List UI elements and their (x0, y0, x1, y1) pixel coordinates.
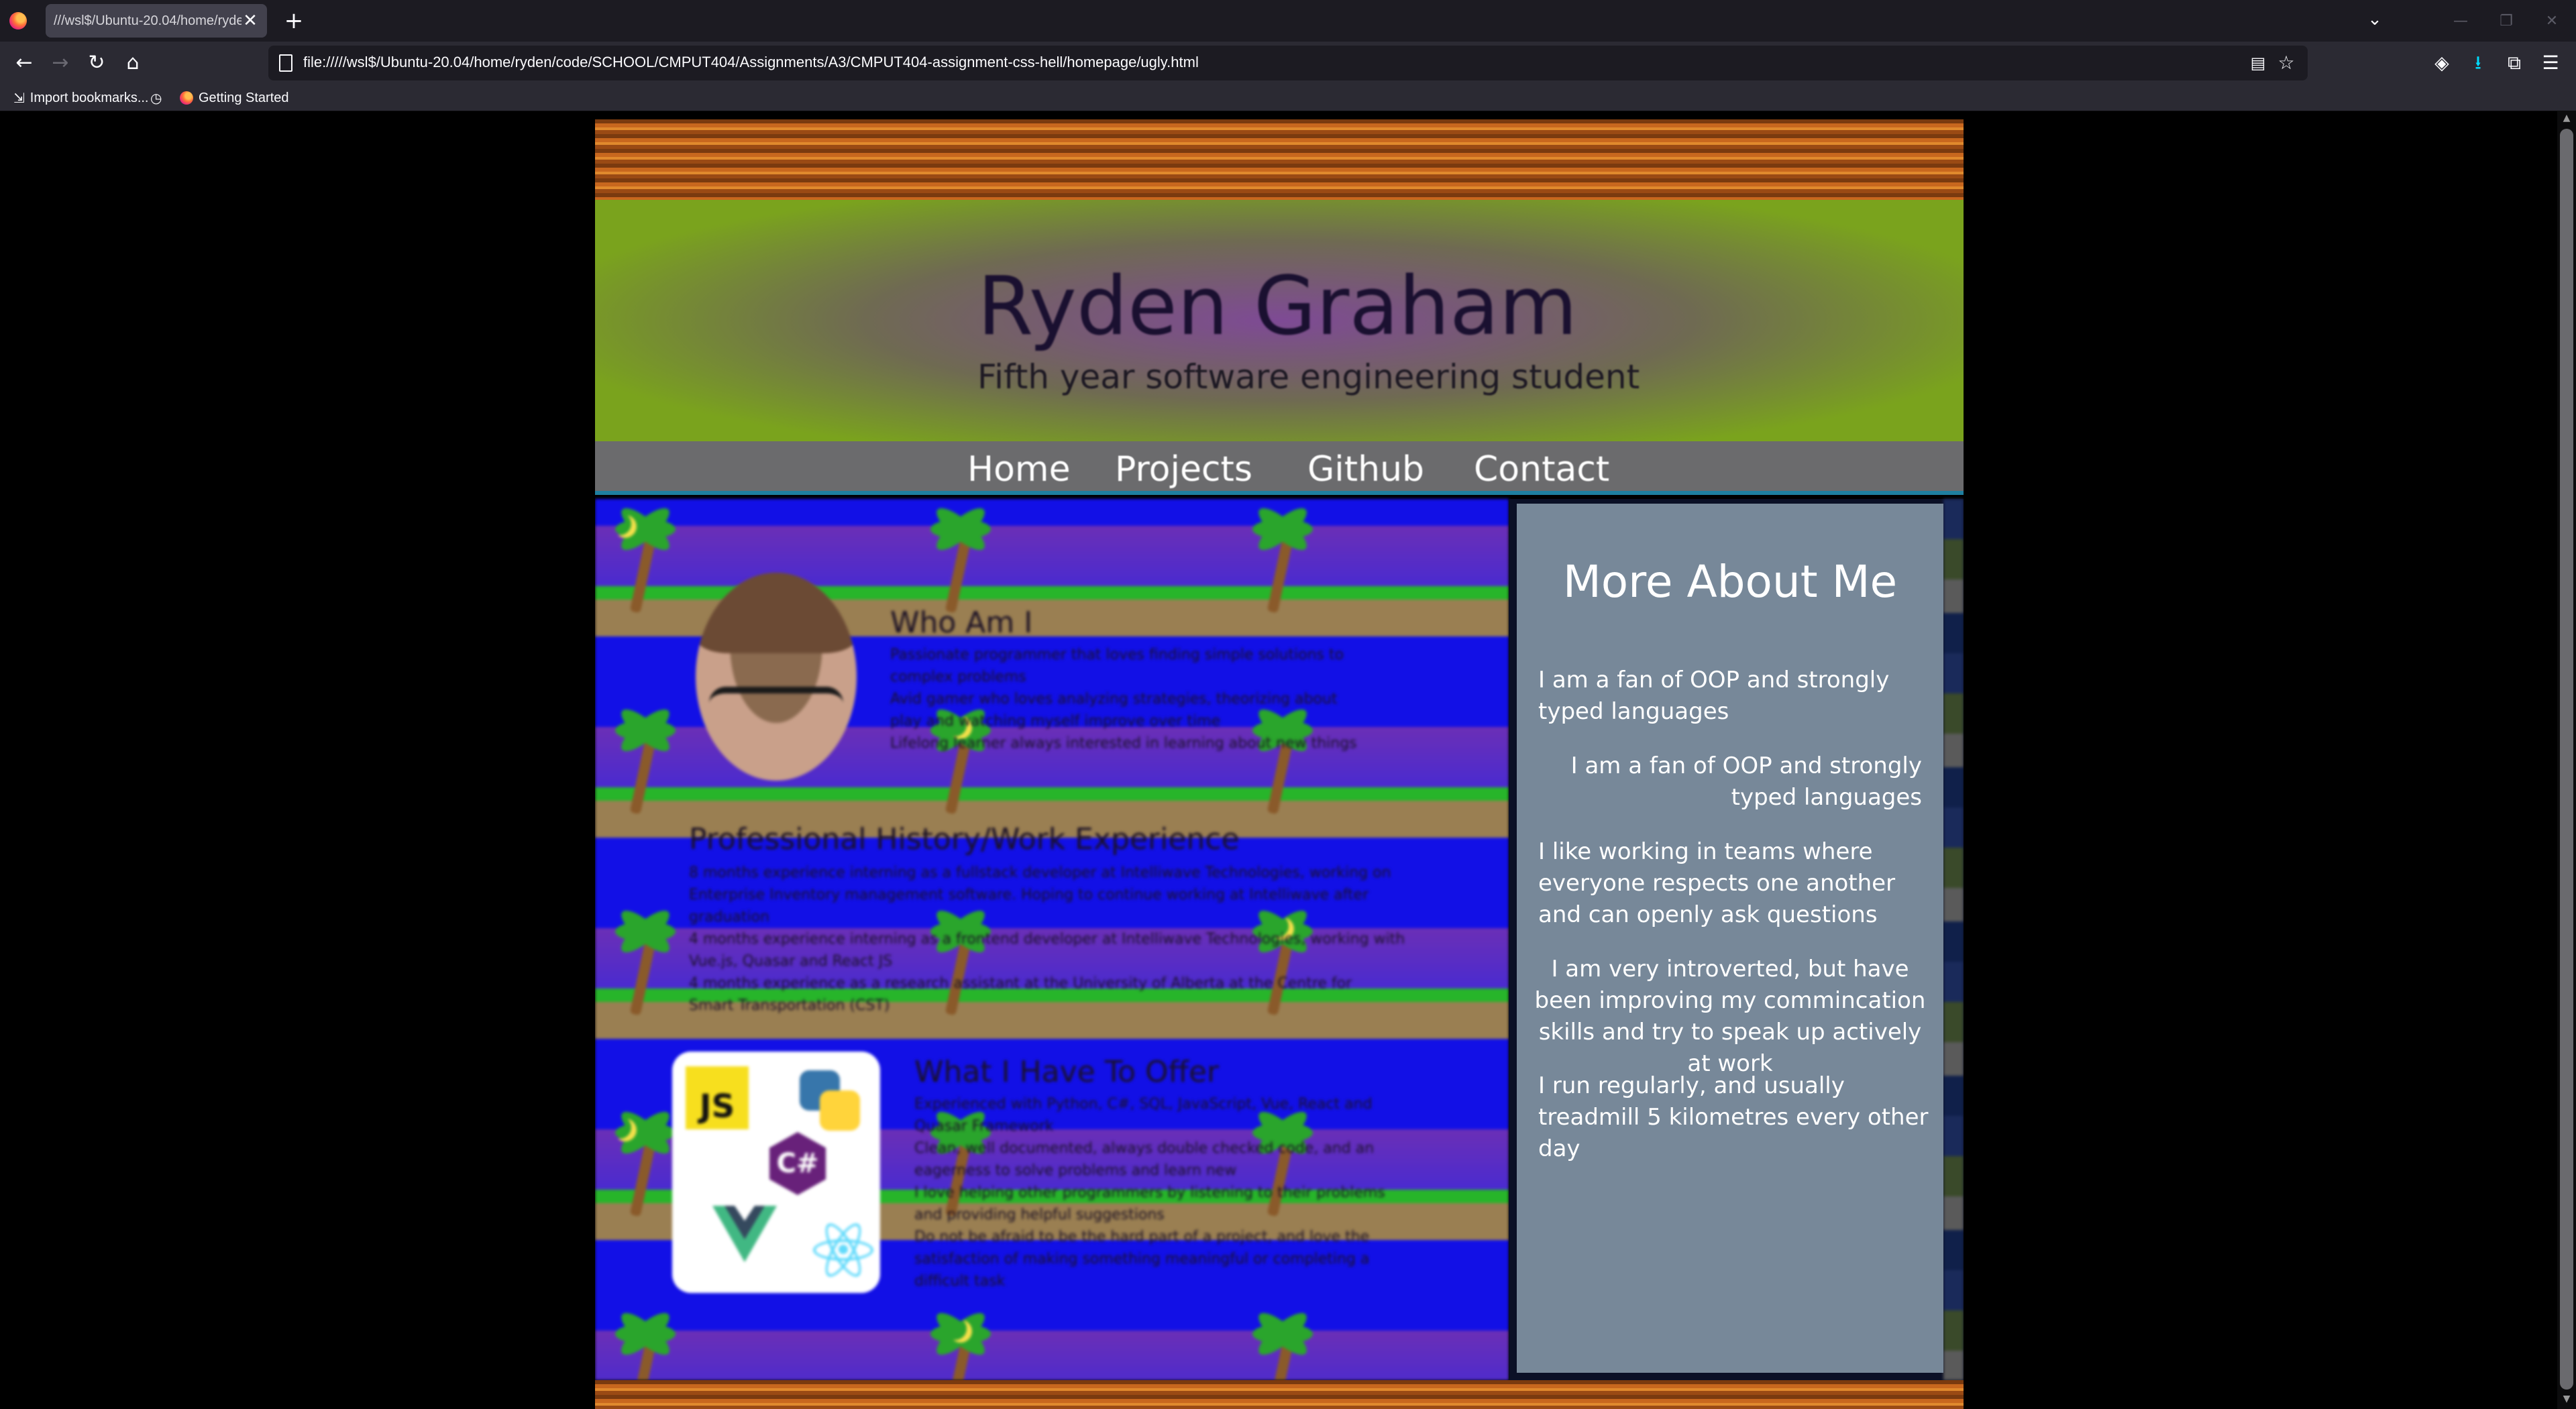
text-line: Lifelong learner always interested in le… (890, 735, 1357, 752)
navigation-toolbar: ← → ↻ ⌂ file://///wsl$/Ubuntu-20.04/home… (0, 42, 2576, 84)
text-line: Vue.js, Quasar and React JS (689, 953, 893, 970)
reload-button[interactable]: ↻ (83, 50, 110, 76)
javascript-logo-icon: JS (686, 1066, 749, 1129)
bookmark-star-icon[interactable]: ☆ (2275, 52, 2297, 74)
restore-button[interactable]: ❐ (2486, 8, 2526, 35)
bookmarks-toolbar: ⇲ Import bookmarks... ◷ Getting Started (0, 84, 2576, 111)
text-line: Enterprise Inventory management software… (689, 887, 1369, 903)
file-icon (279, 54, 292, 72)
site-nav: Home Projects Github Contact (595, 441, 1964, 495)
moon-image (608, 1116, 631, 1139)
section-title-work-experience: Professional History/Work Experience (689, 822, 1240, 856)
tab-active[interactable]: ///wsl$/Ubuntu-20.04/home/ryden/ ✕ (46, 4, 267, 38)
text-line: 8 months experience interning as a fulls… (689, 864, 1391, 881)
text-line: eagerness to solve problems and learn ne… (914, 1162, 1237, 1179)
sidebar-more-about-me: More About Me I am a fan of OOP and stro… (1517, 504, 1943, 1373)
chevron-down-icon[interactable]: ⌄ (2361, 9, 2388, 34)
text-line: Avid gamer who loves analyzing strategie… (890, 691, 1338, 708)
site-header: Ryden Graham Fifth year software enginee… (595, 200, 1964, 441)
web-page: Ryden Graham Fifth year software enginee… (595, 119, 1964, 1409)
text-line: Clean, well documented, always double ch… (914, 1140, 1375, 1157)
palm-tree-image (1239, 502, 1320, 614)
close-window-button[interactable]: ✕ (2532, 8, 2572, 35)
tab-bar: ///wsl$/Ubuntu-20.04/home/ryden/ ✕ + ⌄ —… (0, 0, 2576, 42)
forward-button[interactable]: → (47, 50, 74, 76)
palm-tree-image (602, 1306, 682, 1380)
scrollbar-thumb[interactable] (2560, 129, 2573, 1390)
text-line: satisfaction of making something meaning… (914, 1251, 1370, 1267)
text-line: Passionate programmer that loves finding… (890, 646, 1344, 663)
firefox-icon (180, 91, 193, 105)
reader-view-icon[interactable]: ▤ (2249, 54, 2267, 72)
palm-tree-image (602, 703, 682, 815)
text-line: graduation (689, 909, 770, 925)
scroll-down-icon[interactable]: ▼ (2560, 1394, 2573, 1406)
section-title-who-am-i: Who Am I (890, 606, 1033, 640)
csharp-logo-icon: C# (769, 1132, 826, 1195)
history-icon: ◷ (150, 90, 162, 106)
text-line: play and watching myself improve over ti… (890, 713, 1221, 730)
text-line: 4 months experience interning as a front… (689, 931, 1405, 948)
page-title: Ryden Graham (977, 260, 1578, 353)
bookmark-label: Import bookmarks... (30, 90, 149, 105)
palm-tree-image (1239, 1306, 1320, 1380)
section-body-what-i-offer: Experienced with Python, C#, SQL, JavaSc… (914, 1093, 1385, 1292)
section-title-what-i-offer: What I Have To Offer (914, 1055, 1220, 1089)
minimize-button[interactable]: — (2440, 8, 2481, 35)
menu-icon[interactable]: ☰ (2537, 50, 2564, 76)
section-body-work-experience: 8 months experience interning as a fulls… (689, 862, 1405, 1017)
python-logo-icon (800, 1070, 860, 1131)
sidebar-paragraph: I like working in teams where everyone r… (1538, 838, 1896, 928)
text-line: complex problems (890, 669, 1026, 685)
bookmark-label: Getting Started (199, 90, 289, 105)
firefox-icon (9, 12, 27, 30)
palm-tree-image (917, 502, 998, 614)
section-body-who-am-i: Passionate programmer that loves finding… (890, 644, 1357, 754)
nav-link-home[interactable]: Home (967, 449, 1071, 490)
wood-banner-top (595, 119, 1964, 200)
text-line: Do not be afraid to be the hard part of … (914, 1229, 1370, 1245)
bookmark-history[interactable]: ◷ (150, 89, 162, 107)
import-icon: ⇲ (13, 90, 25, 106)
text-line: Quasar Framework (914, 1118, 1054, 1135)
extensions-icon[interactable]: ⧉ (2501, 50, 2528, 76)
text-line: and providing helpful suggestions (914, 1206, 1165, 1223)
sidebar-paragraph: I run regularly, and usually treadmill 5… (1538, 1072, 1929, 1162)
wood-banner-bottom (595, 1380, 1964, 1409)
url-text[interactable]: file://///wsl$/Ubuntu-20.04/home/ryden/c… (303, 54, 1199, 71)
palm-tree-image (602, 904, 682, 1016)
text-line: Experienced with Python, C#, SQL, JavaSc… (914, 1096, 1373, 1113)
text-line: 4 months experience as a research assist… (689, 975, 1352, 992)
text-line: Smart Transportation (CST) (689, 997, 890, 1014)
nav-link-contact[interactable]: Contact (1474, 449, 1609, 490)
page-subtitle: Fifth year software engineering student (977, 357, 1640, 396)
nav-link-projects[interactable]: Projects (1115, 449, 1252, 490)
moon-image (944, 1317, 967, 1340)
text-line: difficult task (914, 1273, 1006, 1290)
tab-title: ///wsl$/Ubuntu-20.04/home/ryden/ (54, 13, 241, 28)
moon-image (608, 512, 631, 535)
scroll-up-icon[interactable]: ▲ (2560, 113, 2573, 125)
close-icon[interactable]: ✕ (240, 11, 260, 31)
pocket-icon[interactable]: ◈ (2428, 50, 2455, 76)
back-button[interactable]: ← (11, 50, 38, 76)
avatar (696, 573, 857, 781)
new-tab-button[interactable]: + (280, 8, 307, 35)
sidebar-paragraph: I am a fan of OOP and strongly typed lan… (1570, 752, 1922, 811)
react-logo-icon (813, 1219, 873, 1282)
download-icon[interactable]: ⭳ (2465, 50, 2491, 76)
nav-link-github[interactable]: Github (1307, 449, 1424, 490)
tech-logos-image: JS C# (672, 1052, 880, 1293)
url-bar[interactable]: file://///wsl$/Ubuntu-20.04/home/ryden/c… (268, 46, 2308, 80)
bookmark-getting-started[interactable]: Getting Started (180, 89, 289, 107)
bookmark-import[interactable]: ⇲ Import bookmarks... (13, 89, 148, 107)
text-line: I love helping other programmers by list… (914, 1184, 1385, 1201)
sidebar-title: More About Me (1562, 556, 1898, 608)
sidebar-paragraph: I am very introverted, but have been imp… (1534, 956, 1926, 1077)
home-button[interactable]: ⌂ (119, 50, 146, 76)
sidebar-paragraph: I am a fan of OOP and strongly typed lan… (1538, 667, 1890, 725)
